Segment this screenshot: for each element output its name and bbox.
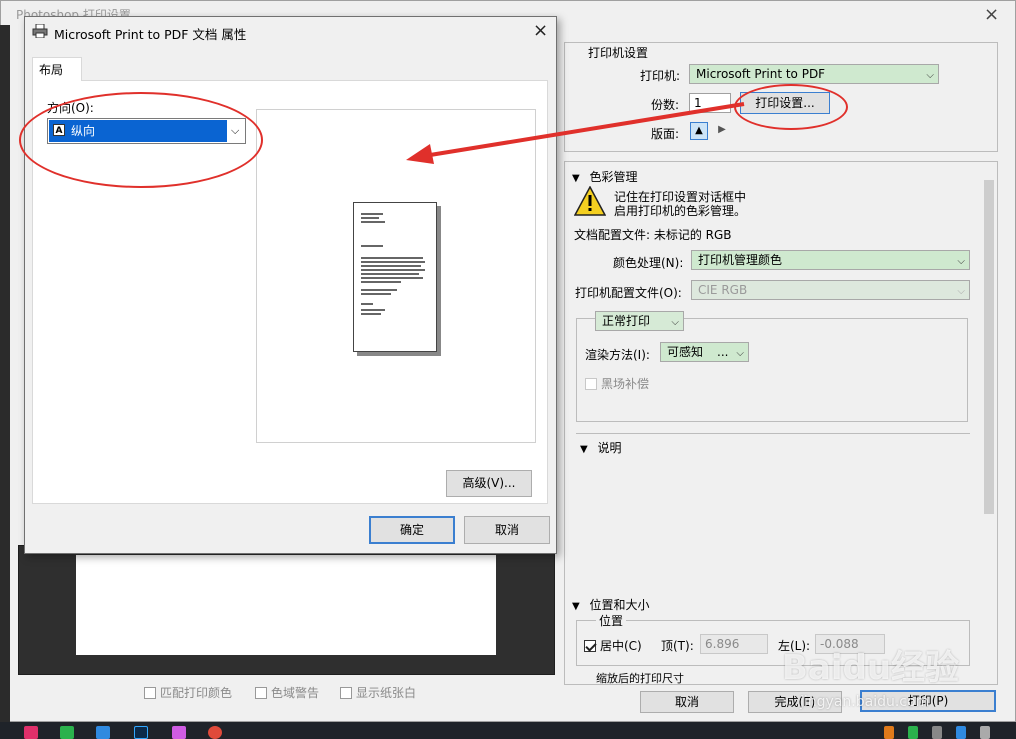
gamut-warning-checkbox[interactable]: 色域警告 bbox=[255, 684, 319, 701]
color-handling-label: 颜色处理(N): bbox=[613, 256, 684, 270]
ok-button[interactable]: 确定 bbox=[369, 516, 455, 544]
center-label: 居中(C) bbox=[600, 639, 642, 653]
app-icon[interactable] bbox=[172, 726, 186, 739]
color-mgmt-heading: 色彩管理 bbox=[589, 170, 638, 184]
color-handling-value: 打印机管理颜色 bbox=[698, 253, 783, 267]
print-mode-value: 正常打印 bbox=[602, 314, 651, 328]
checkbox-checked-icon bbox=[584, 640, 596, 652]
printer-profile-value: CIE RGB bbox=[698, 283, 748, 297]
print-mode-group bbox=[576, 318, 968, 422]
scaled-size-label: 缩放后的打印尺寸 bbox=[596, 672, 684, 685]
dialog-cancel-button[interactable]: 取消 bbox=[464, 516, 550, 544]
show-paper-white-label: 显示纸张白 bbox=[356, 686, 417, 700]
color-handling-select[interactable]: 打印机管理颜色 ⌵ bbox=[691, 250, 970, 270]
warning-text-line2: 启用打印机的色彩管理。 bbox=[614, 204, 747, 218]
cancel-button[interactable]: 取消 bbox=[640, 691, 734, 713]
wechat-icon[interactable] bbox=[60, 726, 74, 739]
photoshop-icon[interactable] bbox=[134, 726, 148, 739]
tray-icon[interactable] bbox=[956, 726, 966, 739]
chevron-down-icon: ⌵ bbox=[736, 348, 744, 359]
show-paper-white-checkbox[interactable]: 显示纸张白 bbox=[340, 684, 416, 701]
tray-icon[interactable] bbox=[884, 726, 894, 739]
chevron-down-icon: ⌵ bbox=[671, 317, 679, 328]
render-intent-select[interactable]: 可感知 ... ⌵ bbox=[660, 342, 749, 362]
color-mgmt-header[interactable]: ▼ 色彩管理 bbox=[572, 168, 638, 185]
printer-settings-heading: 打印机设置 bbox=[586, 44, 651, 61]
annotation-ellipse-print-settings bbox=[734, 84, 848, 130]
print-mode-select[interactable]: 正常打印 ⌵ bbox=[595, 311, 684, 331]
printer-label: 打印机: bbox=[640, 69, 681, 83]
app-icon[interactable] bbox=[24, 726, 38, 739]
top-label: 顶(T): bbox=[661, 639, 694, 653]
dialog-title: Microsoft Print to PDF 文档 属性 bbox=[54, 27, 247, 42]
divider bbox=[576, 433, 970, 434]
window-close-button[interactable]: × bbox=[984, 4, 999, 25]
gamut-warning-label: 色域警告 bbox=[271, 686, 320, 700]
checkbox-box bbox=[255, 687, 267, 699]
match-colors-label: 匹配打印颜色 bbox=[160, 686, 233, 700]
paper-preview-icon bbox=[353, 202, 437, 352]
tab-layout[interactable]: 布局 bbox=[32, 57, 82, 81]
dialog-close-button[interactable]: × bbox=[533, 20, 548, 41]
description-header[interactable]: ▼ 说明 bbox=[580, 439, 622, 456]
render-intent-value: 可感知 bbox=[667, 345, 704, 359]
checkbox-box bbox=[340, 687, 352, 699]
printer-select-value: Microsoft Print to PDF bbox=[696, 67, 826, 81]
printer-profile-select: CIE RGB ⌵ bbox=[691, 280, 970, 300]
print-preview-page bbox=[76, 555, 496, 655]
annotation-arrow-icon bbox=[406, 102, 745, 164]
watermark-brand: Baidu经验 bbox=[782, 648, 960, 688]
watermark-url: jingyan.baidu.com bbox=[800, 694, 930, 710]
collapse-triangle-icon: ▼ bbox=[572, 173, 580, 184]
chrome-icon[interactable] bbox=[208, 726, 222, 739]
render-intent-label: 渲染方法(I): bbox=[585, 348, 650, 362]
printer-select[interactable]: Microsoft Print to PDF ⌵ bbox=[689, 64, 939, 84]
tray-icon[interactable] bbox=[908, 726, 918, 739]
top-input: 6.896 bbox=[700, 634, 768, 654]
printer-icon bbox=[32, 23, 48, 39]
center-checkbox[interactable]: 居中(C) bbox=[584, 637, 642, 654]
chevron-down-icon: ⌵ bbox=[957, 286, 965, 297]
left-edge-strip bbox=[0, 25, 10, 725]
checkbox-box bbox=[144, 687, 156, 699]
advanced-button[interactable]: 高级(V)... bbox=[446, 470, 532, 497]
tray-icon[interactable] bbox=[980, 726, 990, 739]
tray-icon[interactable] bbox=[932, 726, 942, 739]
document-profile-text: 文档配置文件: 未标记的 RGB bbox=[574, 228, 732, 242]
position-label: 位置 bbox=[596, 612, 627, 629]
position-size-heading: 位置和大小 bbox=[589, 598, 650, 612]
app-icon[interactable] bbox=[96, 726, 110, 739]
scrollbar-thumb[interactable] bbox=[984, 180, 994, 514]
match-colors-checkbox[interactable]: 匹配打印颜色 bbox=[144, 684, 232, 701]
printer-profile-label: 打印机配置文件(O): bbox=[575, 286, 682, 300]
annotation-ellipse-orientation bbox=[19, 92, 263, 188]
collapse-triangle-icon: ▼ bbox=[572, 601, 580, 612]
description-heading: 说明 bbox=[597, 441, 622, 455]
warning-icon bbox=[573, 185, 607, 216]
collapse-triangle-icon: ▼ bbox=[580, 444, 588, 455]
ellipsis-icon: ... bbox=[717, 345, 729, 359]
black-point-checkbox: 黑场补偿 bbox=[585, 375, 649, 392]
taskbar bbox=[0, 722, 1016, 739]
position-size-header[interactable]: ▼ 位置和大小 bbox=[572, 596, 650, 613]
scrollbar[interactable] bbox=[982, 164, 996, 684]
checkbox-box bbox=[585, 378, 597, 390]
black-point-label: 黑场补偿 bbox=[601, 377, 650, 391]
chevron-down-icon: ⌵ bbox=[926, 70, 934, 81]
chevron-down-icon: ⌵ bbox=[957, 256, 965, 267]
